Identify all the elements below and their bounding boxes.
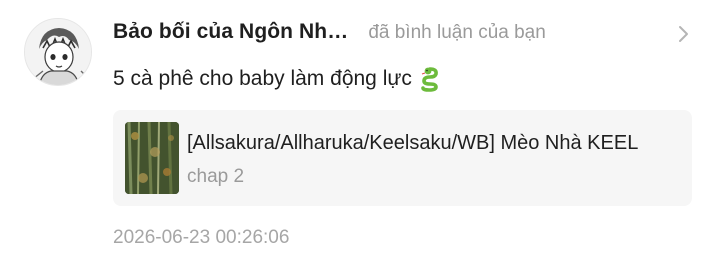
timestamp: 2026-06-23 00:26:06 [113,227,290,248]
comic-cover-thumbnail [125,122,179,194]
story-thumbnail[interactable] [125,122,179,194]
user-avatar[interactable] [24,18,92,86]
comment-notification[interactable]: Bảo bối của Ngôn Nh… đã bình luận của bạ… [0,0,720,279]
username[interactable]: Bảo bối của Ngôn Nh… [113,20,348,44]
action-text: đã bình luận của bạn [368,22,546,43]
user-avatar-icon [25,19,91,85]
snake-emoji-icon [421,67,438,92]
story-card[interactable]: [Allsakura/Allharuka/Keelsaku/WB] Mèo Nh… [113,110,692,206]
chapter-label: chap 2 [187,166,245,187]
notification-header: Bảo bối của Ngôn Nh… đã bình luận của bạ… [113,20,546,44]
chevron-right-icon[interactable] [676,24,692,44]
comment-message: 5 cà phê cho baby làm động lực [113,66,442,92]
message-text: 5 cà phê cho baby làm động lực [113,67,412,90]
story-title: [Allsakura/Allharuka/Keelsaku/WB] Mèo Nh… [187,132,639,154]
